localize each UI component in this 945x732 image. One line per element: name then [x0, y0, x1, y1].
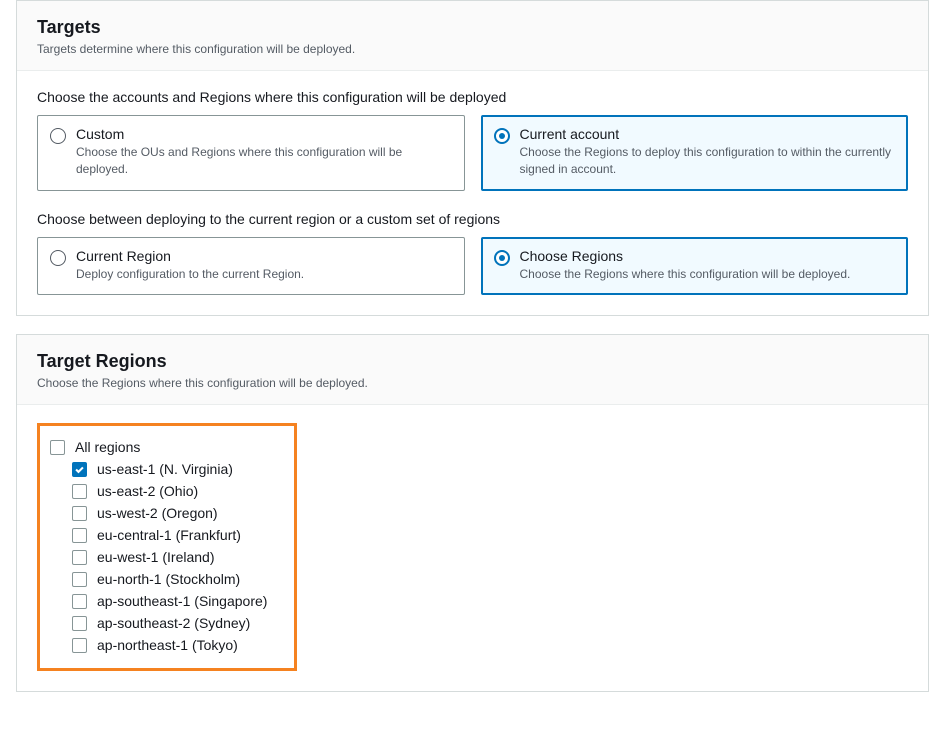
targets-panel: Targets Targets determine where this con…: [16, 0, 929, 316]
radio-choose-regions[interactable]: Choose Regions Choose the Regions where …: [481, 237, 909, 296]
region-checkbox-row[interactable]: us-east-1 (N. Virginia): [50, 458, 284, 480]
region-checkbox-row[interactable]: ap-northeast-1 (Tokyo): [50, 634, 284, 656]
radio-content: Current account Choose the Regions to de…: [520, 126, 896, 178]
regions-highlight-box: All regions us-east-1 (N. Virginia) us-ea…: [37, 423, 297, 671]
radio-current-account[interactable]: Current account Choose the Regions to de…: [481, 115, 909, 191]
radio-choose-regions-title: Choose Regions: [520, 248, 896, 264]
accounts-radio-row: Custom Choose the OUs and Regions where …: [37, 115, 908, 191]
region-checkbox-row[interactable]: eu-west-1 (Ireland): [50, 546, 284, 568]
radio-content: Choose Regions Choose the Regions where …: [520, 248, 896, 283]
radio-current-region-title: Current Region: [76, 248, 452, 264]
targets-body: Choose the accounts and Regions where th…: [17, 71, 928, 315]
all-regions-checkbox-row[interactable]: All regions: [50, 436, 284, 458]
target-regions-title: Target Regions: [37, 351, 908, 372]
target-regions-panel: Target Regions Choose the Regions where …: [16, 334, 929, 692]
region-checkbox-row[interactable]: ap-southeast-1 (Singapore): [50, 590, 284, 612]
region-checkbox-row[interactable]: ap-southeast-2 (Sydney): [50, 612, 284, 634]
regions-mode-radio-row: Current Region Deploy configuration to t…: [37, 237, 908, 296]
radio-current-account-desc: Choose the Regions to deploy this config…: [520, 144, 896, 178]
region-checkbox-row[interactable]: eu-north-1 (Stockholm): [50, 568, 284, 590]
regions-mode-label: Choose between deploying to the current …: [37, 211, 908, 227]
region-label: us-west-2 (Oregon): [97, 505, 218, 521]
region-checkbox-row[interactable]: us-east-2 (Ohio): [50, 480, 284, 502]
checkbox-icon: [72, 462, 87, 477]
region-label: ap-northeast-1 (Tokyo): [97, 637, 238, 653]
checkbox-icon: [72, 572, 87, 587]
radio-content: Current Region Deploy configuration to t…: [76, 248, 452, 283]
radio-icon: [494, 250, 510, 266]
radio-icon: [50, 128, 66, 144]
region-checkbox-row[interactable]: eu-central-1 (Frankfurt): [50, 524, 284, 546]
radio-choose-regions-desc: Choose the Regions where this configurat…: [520, 266, 896, 283]
region-checkbox-row[interactable]: us-west-2 (Oregon): [50, 502, 284, 524]
target-regions-subtitle: Choose the Regions where this configurat…: [37, 376, 908, 390]
radio-icon: [494, 128, 510, 144]
checkbox-icon: [50, 440, 65, 455]
checkbox-icon: [72, 638, 87, 653]
region-label: ap-southeast-1 (Singapore): [97, 593, 267, 609]
all-regions-label: All regions: [75, 439, 140, 455]
region-label: ap-southeast-2 (Sydney): [97, 615, 250, 631]
radio-icon: [50, 250, 66, 266]
target-regions-header: Target Regions Choose the Regions where …: [17, 335, 928, 405]
accounts-section-label: Choose the accounts and Regions where th…: [37, 89, 908, 105]
region-label: us-east-1 (N. Virginia): [97, 461, 233, 477]
radio-custom-title: Custom: [76, 126, 452, 142]
region-label: eu-west-1 (Ireland): [97, 549, 215, 565]
targets-title: Targets: [37, 17, 908, 38]
checkbox-icon: [72, 594, 87, 609]
checkbox-icon: [72, 616, 87, 631]
radio-current-account-title: Current account: [520, 126, 896, 142]
checkbox-icon: [72, 484, 87, 499]
checkbox-icon: [72, 528, 87, 543]
checkbox-icon: [72, 550, 87, 565]
targets-header: Targets Targets determine where this con…: [17, 1, 928, 71]
radio-current-region[interactable]: Current Region Deploy configuration to t…: [37, 237, 465, 296]
target-regions-body: All regions us-east-1 (N. Virginia) us-ea…: [17, 405, 928, 691]
radio-custom-desc: Choose the OUs and Regions where this co…: [76, 144, 452, 178]
region-label: us-east-2 (Ohio): [97, 483, 198, 499]
region-label: eu-central-1 (Frankfurt): [97, 527, 241, 543]
radio-content: Custom Choose the OUs and Regions where …: [76, 126, 452, 178]
targets-subtitle: Targets determine where this configurati…: [37, 42, 908, 56]
radio-custom[interactable]: Custom Choose the OUs and Regions where …: [37, 115, 465, 191]
radio-current-region-desc: Deploy configuration to the current Regi…: [76, 266, 452, 283]
checkbox-icon: [72, 506, 87, 521]
region-label: eu-north-1 (Stockholm): [97, 571, 240, 587]
